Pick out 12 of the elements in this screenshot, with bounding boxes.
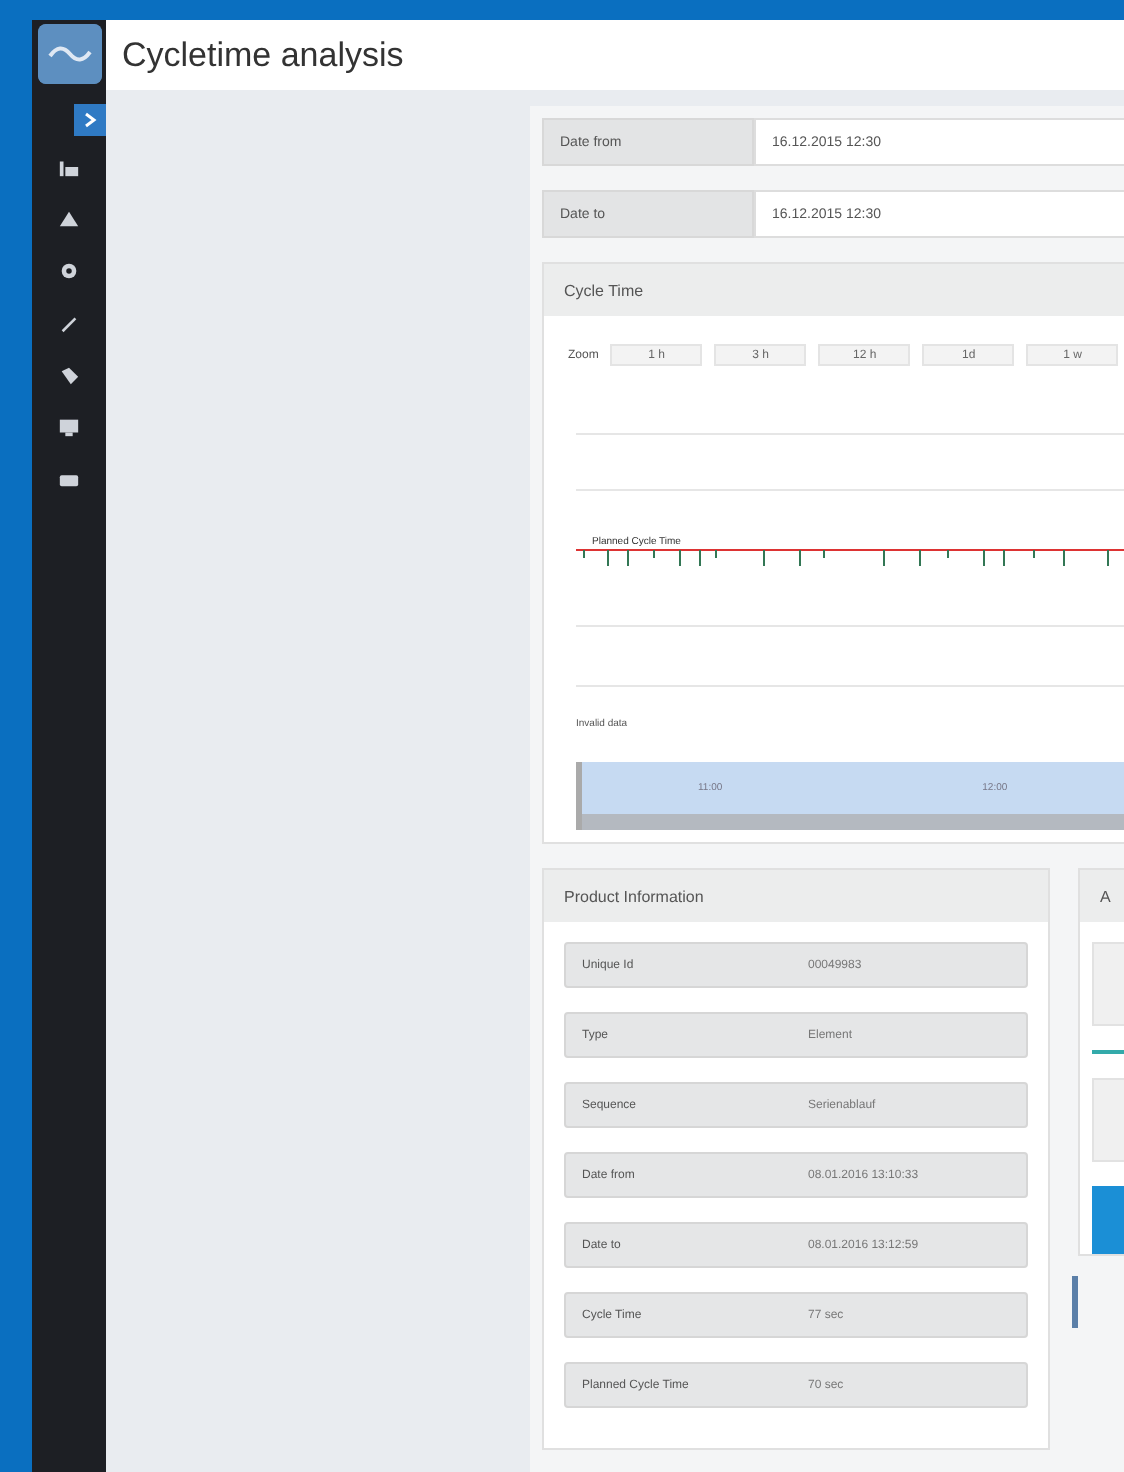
- app-logo: [37, 24, 101, 84]
- panel-title: Product Information: [544, 870, 1048, 922]
- settings-icon[interactable]: [58, 260, 80, 282]
- panel-title: A: [1080, 870, 1124, 922]
- chart-icon[interactable]: [58, 156, 80, 178]
- triangle-icon[interactable]: [58, 208, 80, 230]
- tag-icon[interactable]: [58, 364, 80, 386]
- monitor-icon[interactable]: [58, 416, 80, 438]
- page-title: Cycletime analysis: [122, 35, 404, 75]
- chevron-right-icon: [82, 112, 98, 128]
- expand-button[interactable]: [74, 104, 106, 136]
- panel-title: Cycle Time: [544, 264, 1124, 316]
